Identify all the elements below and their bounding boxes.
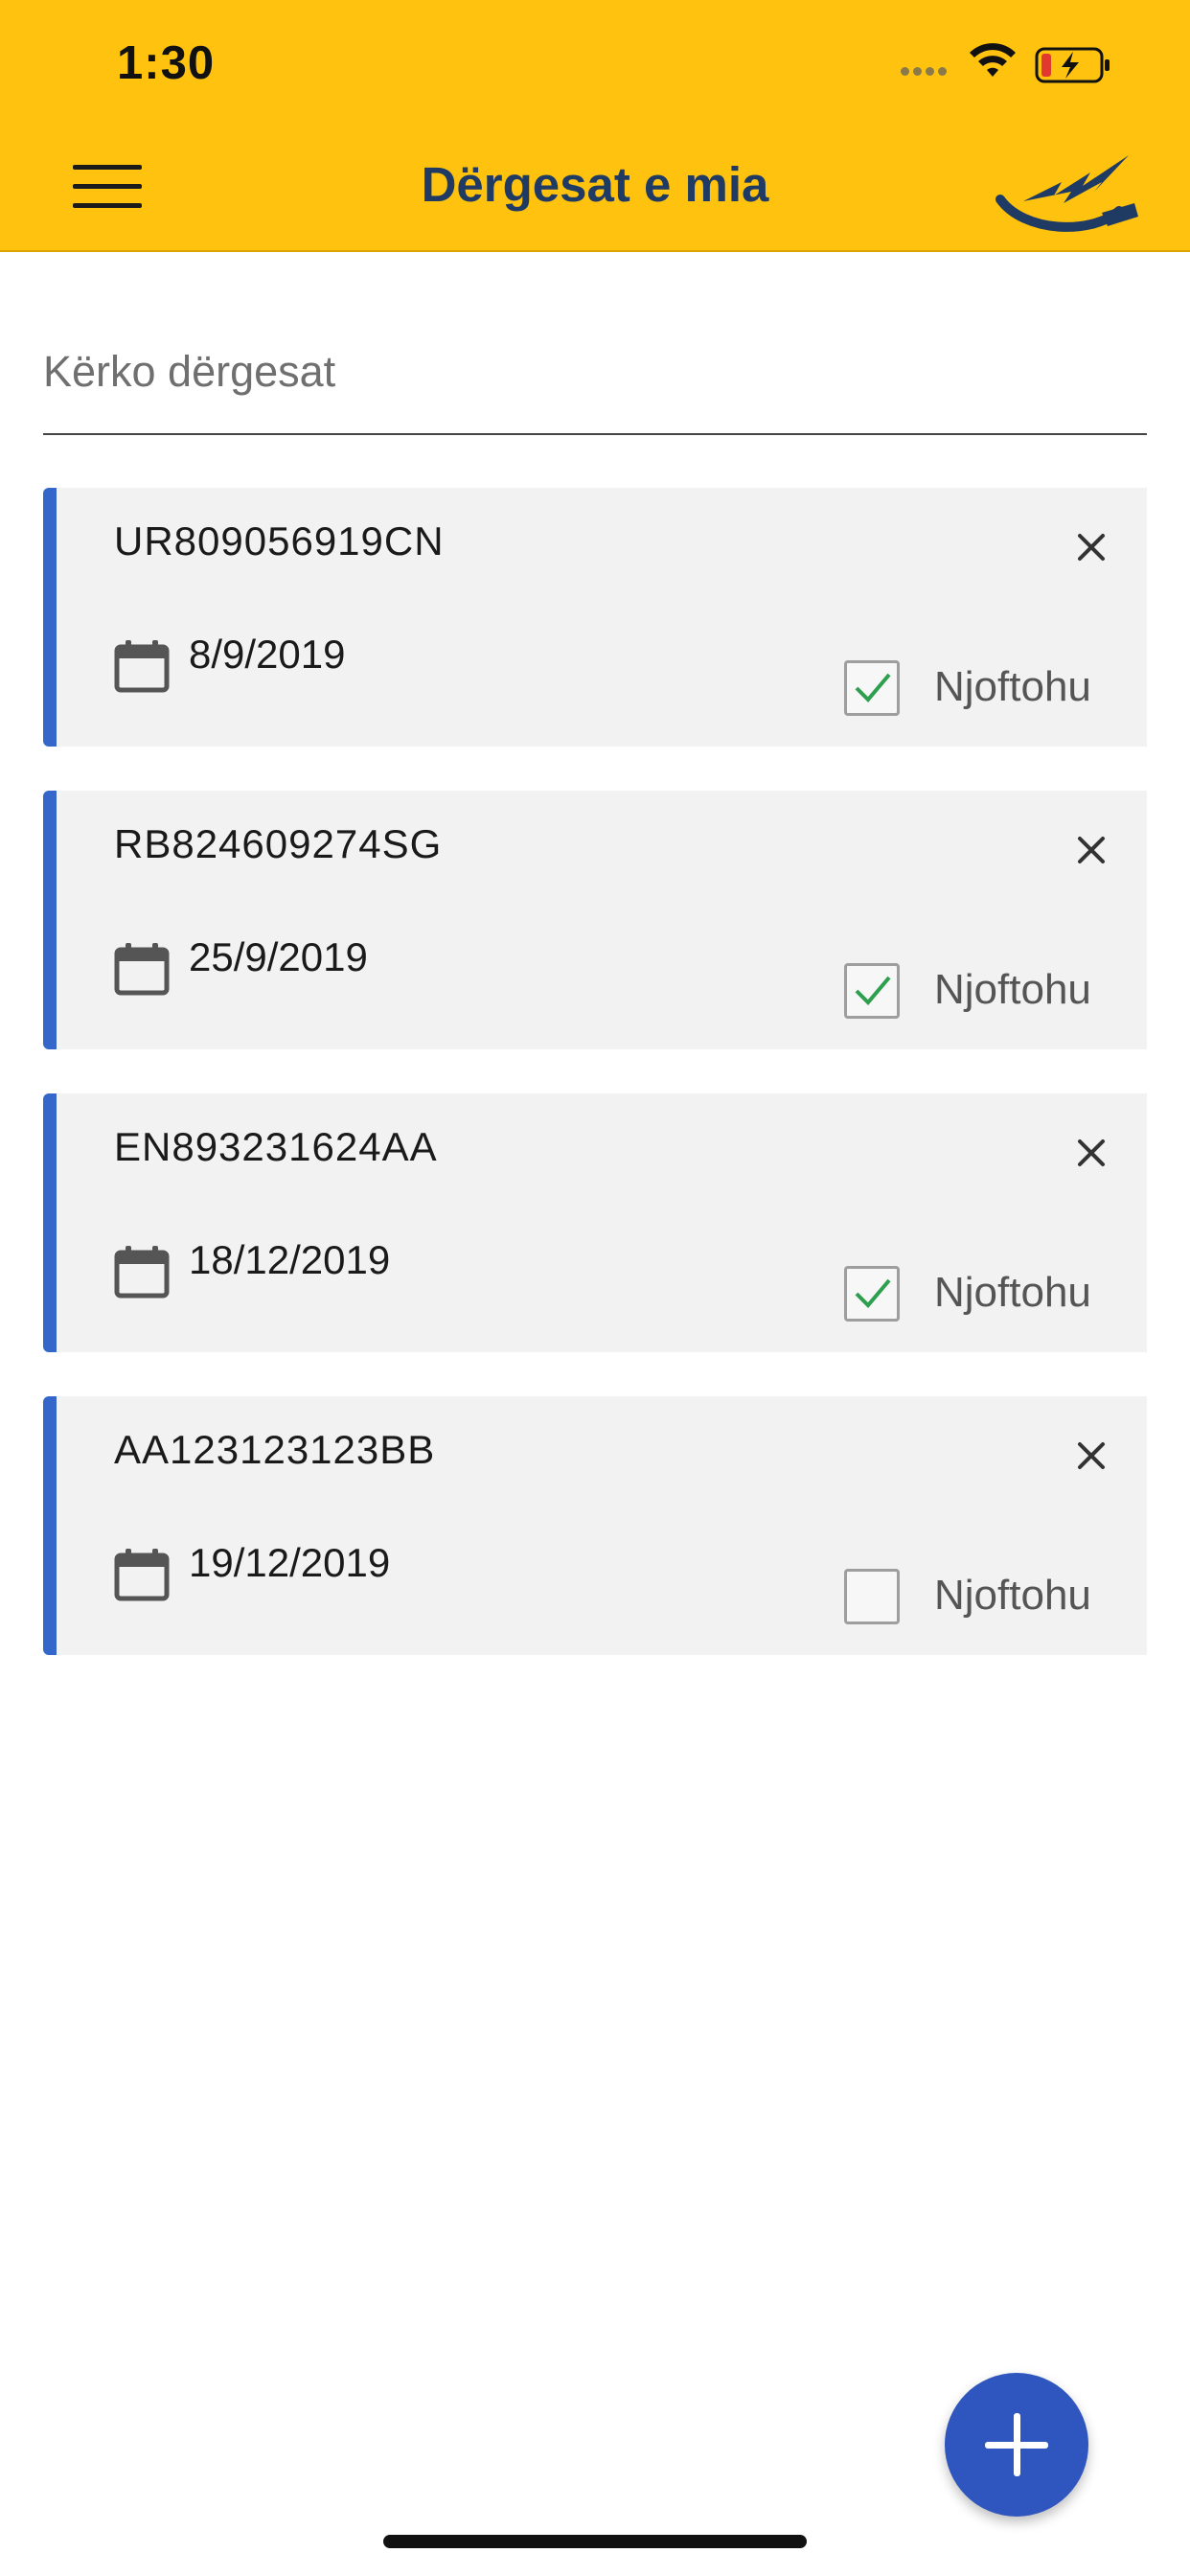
shipment-date: 19/12/2019	[189, 1540, 391, 1585]
notify-label: Njoftohu	[934, 966, 1091, 1013]
calendar-icon	[114, 943, 170, 996]
delete-button[interactable]	[1068, 1433, 1114, 1479]
notify-checkbox[interactable]	[844, 660, 900, 716]
calendar-icon	[114, 1246, 170, 1299]
notify-checkbox[interactable]	[844, 1569, 900, 1624]
status-icons	[901, 42, 1131, 86]
delete-button[interactable]	[1068, 1130, 1114, 1176]
shipment-code: RB824609274SG	[114, 821, 443, 866]
notify-checkbox[interactable]	[844, 963, 900, 1019]
notify-label: Njoftohu	[934, 1572, 1091, 1619]
calendar-icon	[114, 1549, 170, 1601]
battery-icon	[1035, 47, 1110, 83]
shipment-date: 25/9/2019	[189, 934, 368, 979]
wifi-icon	[970, 43, 1016, 77]
shipment-date: 18/12/2019	[189, 1237, 391, 1282]
notify-label: Njoftohu	[934, 1269, 1091, 1316]
shipment-code: UR809056919CN	[114, 518, 445, 564]
add-shipment-button[interactable]	[945, 2373, 1088, 2517]
shipment-card[interactable]: UR809056919CN 8/9/2019 Njoftohu	[43, 488, 1147, 747]
plus-icon-vertical	[1014, 2413, 1020, 2476]
shipment-card[interactable]: AA123123123BB 19/12/2019 Njoftohu	[43, 1396, 1147, 1655]
shipment-code: AA123123123BB	[114, 1427, 436, 1472]
close-icon	[1078, 1442, 1105, 1469]
notify-checkbox[interactable]	[844, 1266, 900, 1322]
search-input[interactable]	[43, 335, 1147, 397]
notify-label: Njoftohu	[934, 663, 1091, 710]
delete-button[interactable]	[1068, 524, 1114, 570]
logo-icon	[995, 155, 1138, 232]
close-icon	[1078, 837, 1105, 863]
close-icon	[1078, 1139, 1105, 1166]
check-icon	[855, 976, 891, 1005]
check-icon	[855, 673, 891, 702]
calendar-icon	[114, 640, 170, 693]
search-field[interactable]	[43, 335, 1147, 435]
signal-icon	[901, 67, 947, 76]
shipment-date: 8/9/2019	[189, 632, 346, 677]
shipment-card[interactable]: RB824609274SG 25/9/2019 Njoftohu	[43, 791, 1147, 1049]
shipment-card[interactable]: EN893231624AA 18/12/2019 Njoftohu	[43, 1093, 1147, 1352]
home-indicator	[383, 2535, 807, 2548]
delete-button[interactable]	[1068, 827, 1114, 873]
close-icon	[1078, 534, 1105, 561]
check-icon	[855, 1278, 891, 1308]
shipment-code: EN893231624AA	[114, 1124, 438, 1169]
status-time: 1:30	[117, 37, 216, 89]
app-header: 1:30 Dërgesat e mia	[0, 0, 1190, 252]
